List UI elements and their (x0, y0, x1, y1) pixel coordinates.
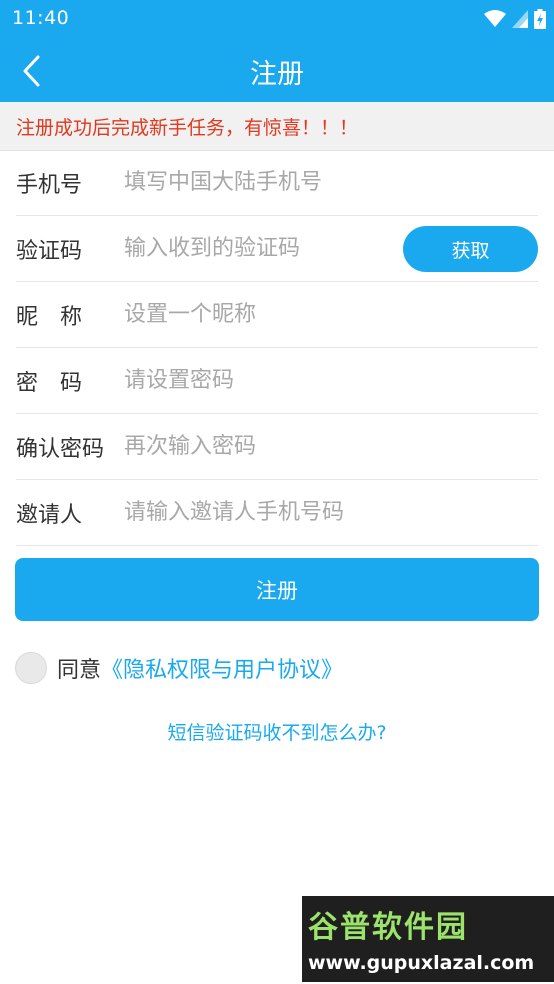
get-code-button[interactable]: 获取 (403, 226, 538, 272)
nickname-label: 昵 称 (16, 305, 83, 330)
code-row: 验证码 获取 (16, 216, 538, 282)
notice-text: 注册成功后完成新手任务，有惊喜！！！ (16, 117, 359, 139)
agree-radio[interactable] (15, 652, 47, 684)
confirm-password-row: 确认密码 (16, 414, 538, 480)
status-bar: 11:40 (0, 0, 554, 38)
notice-banner: 注册成功后完成新手任务，有惊喜！！！ (0, 102, 554, 151)
battery-icon (534, 9, 546, 29)
confirm-password-input[interactable] (124, 424, 524, 468)
agree-label: 同意 (57, 658, 102, 683)
agreement-row: 同意 《隐私权限与用户协议》 (15, 650, 343, 686)
phone-row: 手机号 (16, 150, 538, 216)
wifi-icon (484, 10, 506, 27)
page-title: 注册 (250, 59, 304, 90)
password-row: 密 码 (16, 348, 538, 414)
watermark-url: www.gupuxlazal.com (308, 952, 535, 974)
sms-help-link[interactable]: 短信验证码收不到怎么办? (0, 718, 554, 745)
inviter-label: 邀请人 (16, 503, 83, 528)
code-label: 验证码 (16, 239, 83, 264)
code-input[interactable] (124, 226, 394, 270)
inviter-input[interactable] (124, 490, 524, 534)
nickname-input[interactable] (124, 292, 524, 336)
password-label: 密 码 (16, 371, 83, 396)
confirm-password-label: 确认密码 (16, 437, 105, 462)
nickname-row: 昵 称 (16, 282, 538, 348)
status-time: 11:40 (12, 7, 70, 29)
status-icons (484, 9, 546, 29)
password-input[interactable] (124, 358, 524, 402)
inviter-row: 邀请人 (16, 480, 538, 546)
watermark: 谷普软件园 www.gupuxlazal.com (302, 896, 554, 982)
register-form: 手机号 验证码 获取 昵 称 密 码 确认密码 邀请人 (0, 150, 554, 546)
agreement-link[interactable]: 《隐私权限与用户协议》 (101, 652, 343, 684)
watermark-title: 谷普软件园 (308, 910, 468, 945)
phone-input[interactable] (124, 160, 394, 204)
register-button[interactable]: 注册 (15, 558, 539, 621)
signal-icon (512, 10, 528, 28)
phone-label: 手机号 (16, 173, 83, 198)
app-bar: 注册 (0, 38, 554, 102)
